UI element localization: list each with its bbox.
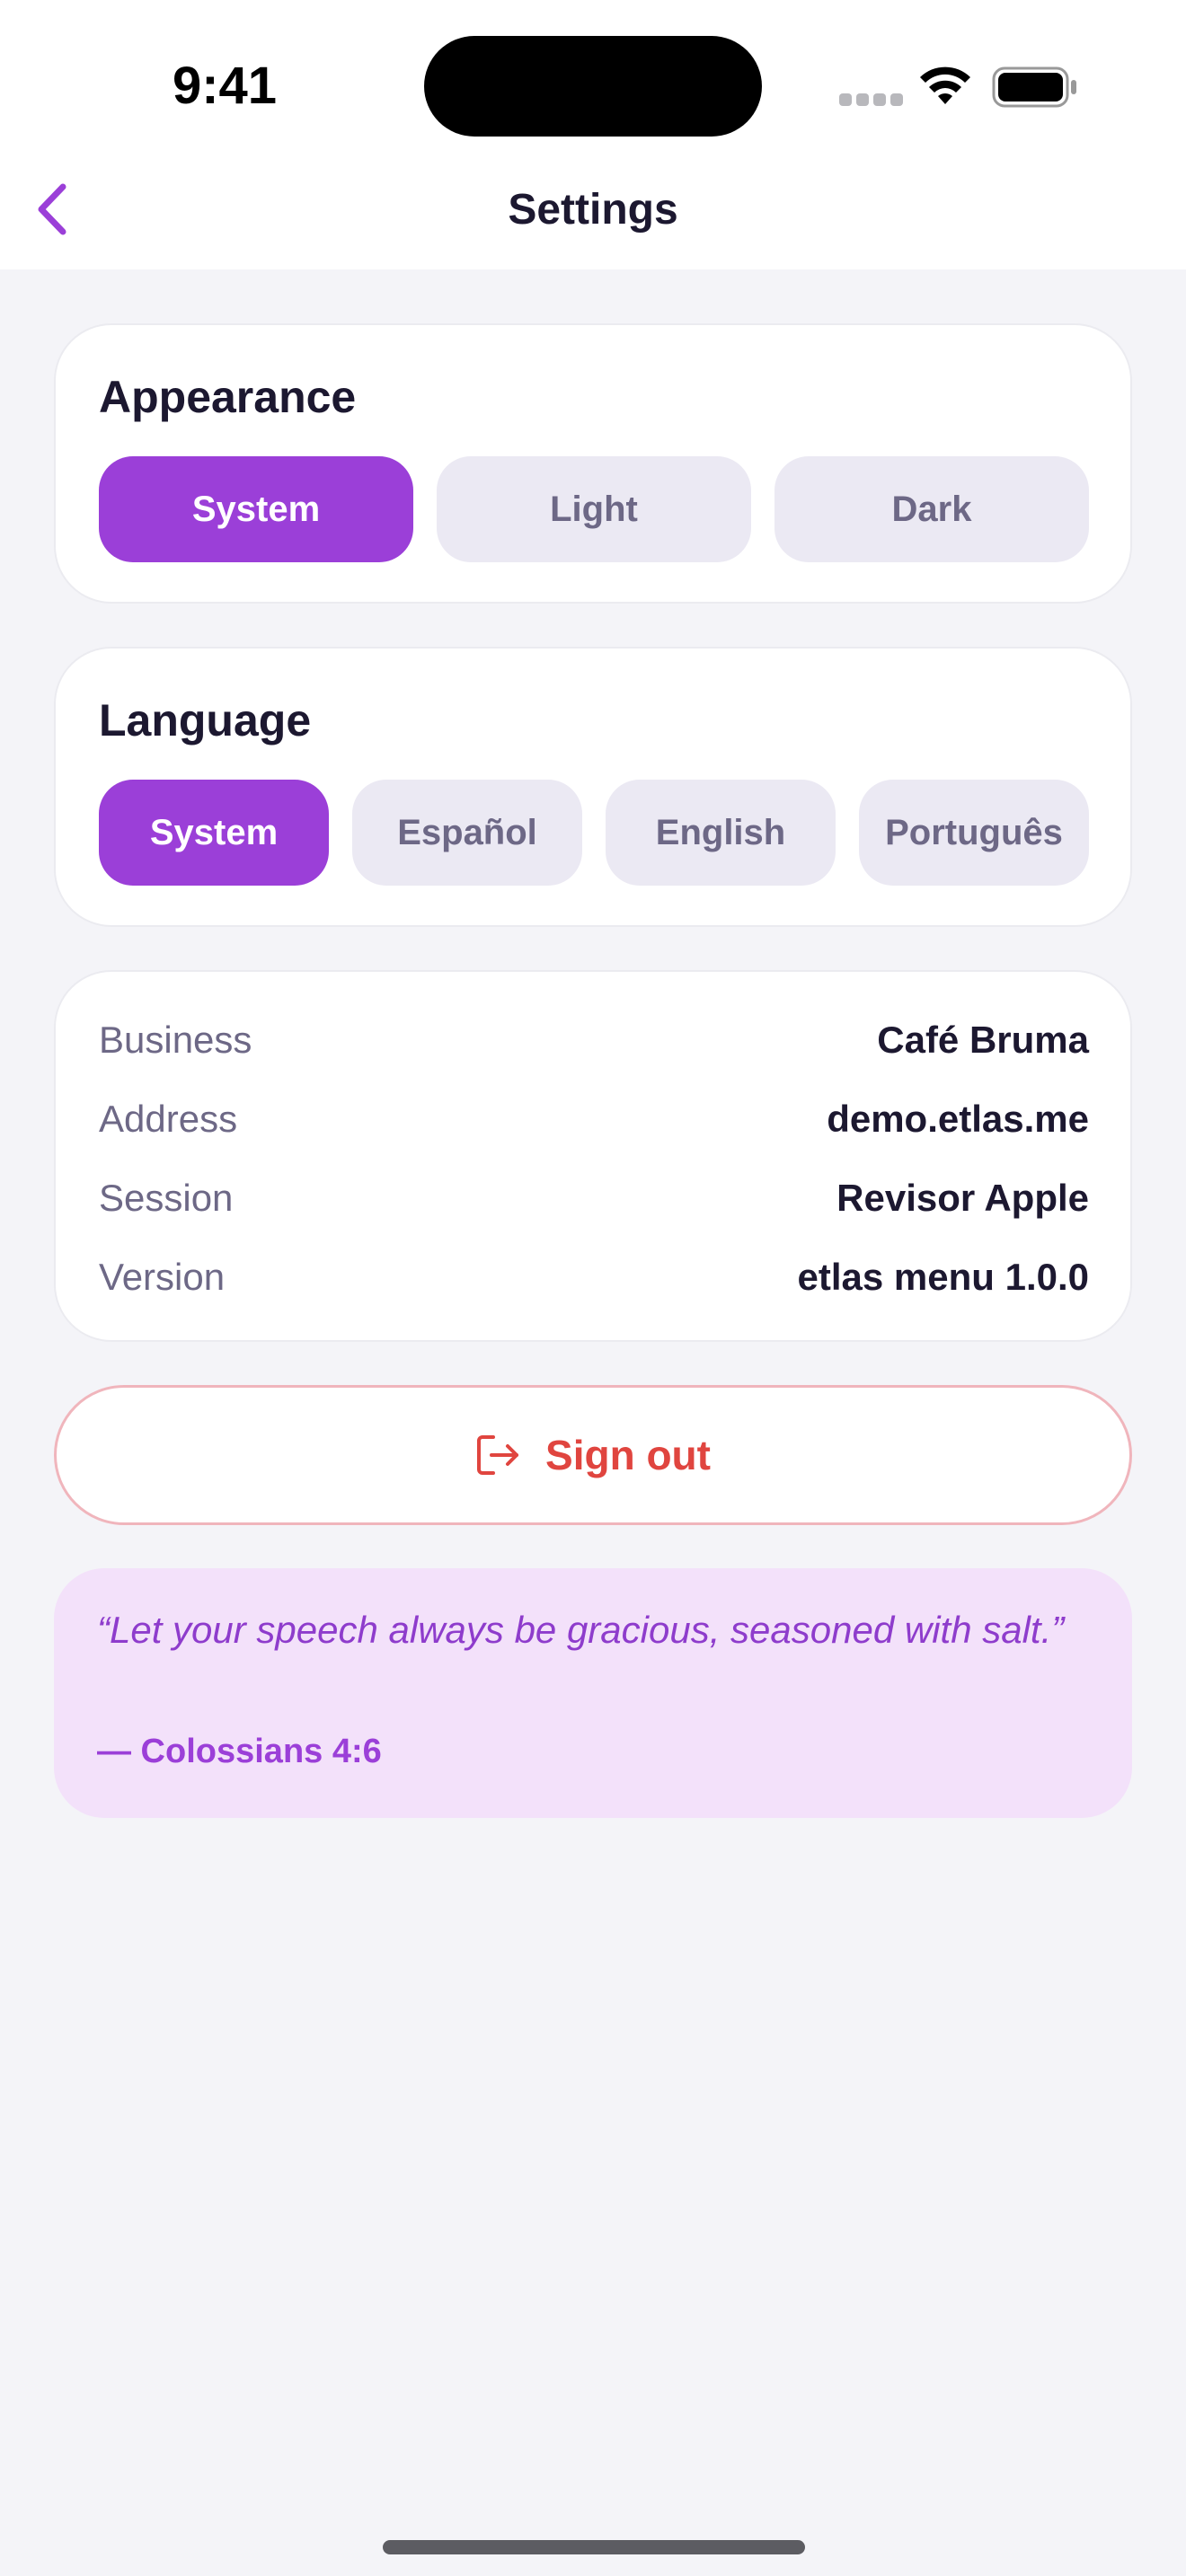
account-info-card: Business Café Bruma Address demo.etlas.m… [54, 970, 1132, 1342]
info-value: demo.etlas.me [827, 1098, 1089, 1140]
info-value: etlas menu 1.0.0 [797, 1256, 1090, 1298]
info-value: Revisor Apple [836, 1177, 1089, 1219]
info-label: Version [99, 1256, 226, 1298]
quote-reference: — Colossians 4:6 [97, 1733, 382, 1770]
appearance-option-system[interactable]: System [99, 456, 413, 562]
page-title: Settings [508, 186, 678, 234]
home-indicator[interactable] [383, 2540, 805, 2554]
battery-icon [992, 66, 1076, 108]
info-label: Session [99, 1177, 234, 1219]
cellular-signal-icon [839, 93, 903, 106]
language-option-espanol[interactable]: Español [352, 780, 582, 886]
language-card: Language System Español English Portuguê… [54, 647, 1132, 927]
quote-text: “Let your speech always be gracious, sea… [97, 1609, 1065, 1651]
info-label: Address [99, 1098, 238, 1140]
wifi-icon [920, 66, 970, 104]
appearance-option-light[interactable]: Light [437, 456, 751, 562]
status-time: 9:41 [172, 57, 278, 115]
sign-out-button[interactable]: Sign out [54, 1385, 1132, 1525]
info-row-version: Version etlas menu 1.0.0 [99, 1250, 1089, 1304]
language-title: Language [99, 695, 312, 745]
language-option-english[interactable]: English [606, 780, 836, 886]
appearance-title: Appearance [99, 372, 357, 422]
info-row-address: Address demo.etlas.me [99, 1092, 1089, 1146]
info-value: Café Bruma [877, 1019, 1089, 1061]
language-option-system[interactable]: System [99, 780, 329, 886]
appearance-option-dark[interactable]: Dark [774, 456, 1089, 562]
sign-out-icon [477, 1435, 519, 1475]
appearance-card: Appearance System Light Dark [54, 323, 1132, 604]
language-option-portugues[interactable]: Português [859, 780, 1089, 886]
info-row-session: Session Revisor Apple [99, 1171, 1089, 1225]
dynamic-island [424, 36, 762, 137]
info-label: Business [99, 1019, 252, 1061]
info-row-business: Business Café Bruma [99, 1013, 1089, 1067]
quote-card: “Let your speech always be gracious, sea… [54, 1568, 1132, 1818]
sign-out-label: Sign out [545, 1432, 711, 1478]
top-bar: 9:41 Settings [0, 0, 1186, 269]
